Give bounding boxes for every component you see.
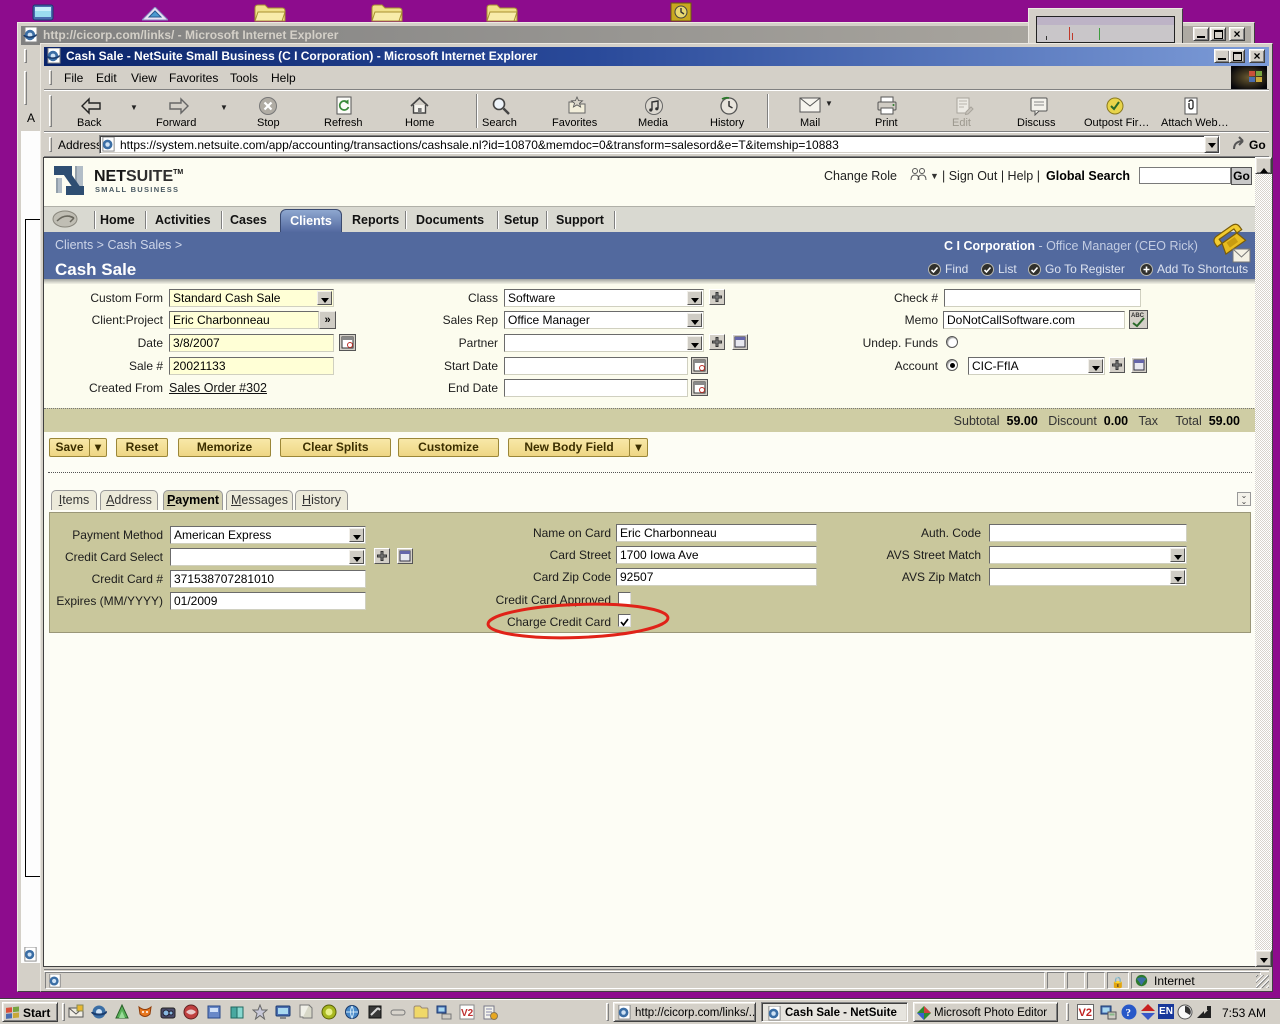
svg-text:V2: V2 — [1079, 1007, 1092, 1019]
svg-text:?: ? — [1126, 1007, 1132, 1019]
svg-text:V2: V2 — [461, 1008, 474, 1019]
